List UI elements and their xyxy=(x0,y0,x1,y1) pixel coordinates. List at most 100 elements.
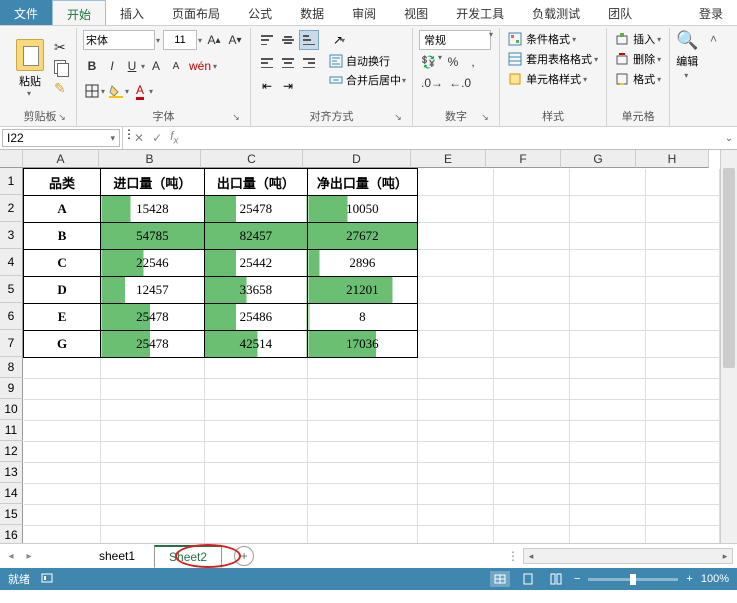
cell[interactable] xyxy=(24,358,101,379)
chevron-down-icon[interactable]: ▾ xyxy=(156,36,160,45)
bold-button[interactable]: B xyxy=(83,57,101,75)
chevron-down-icon[interactable]: ▾ xyxy=(438,53,442,71)
sheet-tab-sheet1[interactable]: sheet1 xyxy=(84,545,150,567)
cell[interactable] xyxy=(101,358,204,379)
chevron-down-icon[interactable]: ▾ xyxy=(198,36,202,45)
cell[interactable] xyxy=(101,526,204,544)
cell[interactable]: 8 xyxy=(308,304,418,331)
subscript-button[interactable]: A xyxy=(167,57,185,75)
cell-style-button[interactable]: 单元格样式▾ xyxy=(506,70,600,88)
name-box[interactable]: I22▾ xyxy=(2,129,120,147)
align-top-button[interactable] xyxy=(257,30,277,50)
font-size-select[interactable] xyxy=(163,30,197,50)
cell[interactable] xyxy=(24,526,101,544)
cell[interactable] xyxy=(645,277,719,304)
cell[interactable]: 25442 xyxy=(204,250,307,277)
conditional-format-button[interactable]: 条件格式▾ xyxy=(506,30,600,48)
cell[interactable]: 22546 xyxy=(101,250,204,277)
table-format-button[interactable]: 套用表格格式▾ xyxy=(506,50,600,68)
zoom-slider[interactable] xyxy=(588,578,678,581)
cell[interactable]: A xyxy=(24,196,101,223)
row-header-5[interactable]: 5 xyxy=(0,276,23,303)
select-all-corner[interactable] xyxy=(0,150,23,168)
cell[interactable]: 出口量（吨） xyxy=(204,169,307,196)
cell[interactable] xyxy=(417,169,493,196)
launcher-icon[interactable]: ↘ xyxy=(230,112,242,124)
fx-icon[interactable]: fx xyxy=(170,129,178,146)
delete-cells-button[interactable]: 删除▾ xyxy=(613,50,663,68)
cell[interactable] xyxy=(569,442,645,463)
macro-record-icon[interactable] xyxy=(40,571,54,588)
tab-team[interactable]: 团队 xyxy=(594,0,646,25)
cell[interactable]: 25486 xyxy=(204,304,307,331)
expand-formula-icon[interactable]: ⌄ xyxy=(721,127,737,149)
cell[interactable]: 27672 xyxy=(308,223,418,250)
cell[interactable]: 2896 xyxy=(308,250,418,277)
cell[interactable] xyxy=(569,400,645,421)
cell[interactable] xyxy=(493,277,569,304)
cell[interactable] xyxy=(101,463,204,484)
cell[interactable] xyxy=(101,400,204,421)
tab-view[interactable]: 视图 xyxy=(390,0,442,25)
cell[interactable] xyxy=(204,400,307,421)
orientation-button[interactable]: ↗▾ xyxy=(329,30,349,50)
cell[interactable]: 25478 xyxy=(101,331,204,358)
cell[interactable] xyxy=(204,505,307,526)
chevron-down-icon[interactable]: ▾ xyxy=(125,87,129,96)
merge-center-button[interactable]: 合并后居中▾ xyxy=(329,72,406,88)
row-header-16[interactable]: 16 xyxy=(0,525,23,543)
increase-font-button[interactable]: A▴ xyxy=(205,31,223,49)
cell[interactable] xyxy=(645,169,719,196)
row-header-10[interactable]: 10 xyxy=(0,399,23,420)
launcher-icon[interactable]: ↘ xyxy=(56,112,68,124)
tab-developer[interactable]: 开发工具 xyxy=(442,0,518,25)
col-header-H[interactable]: H xyxy=(636,150,709,168)
cell[interactable]: D xyxy=(24,277,101,304)
cell[interactable] xyxy=(645,400,719,421)
cell[interactable]: 12457 xyxy=(101,277,204,304)
cell[interactable] xyxy=(645,223,719,250)
cell[interactable] xyxy=(493,484,569,505)
cell[interactable] xyxy=(308,421,418,442)
cell[interactable] xyxy=(569,250,645,277)
chevron-down-icon[interactable]: ▾ xyxy=(141,62,145,71)
row-header-14[interactable]: 14 xyxy=(0,483,23,504)
cell[interactable] xyxy=(493,196,569,223)
cell[interactable]: 进口量（吨） xyxy=(101,169,204,196)
chevron-down-icon[interactable]: ▾ xyxy=(684,71,688,80)
tab-review[interactable]: 审阅 xyxy=(338,0,390,25)
cell[interactable] xyxy=(569,304,645,331)
cell[interactable]: 15428 xyxy=(101,196,204,223)
decrease-decimal-button[interactable]: ←.0 xyxy=(447,74,473,92)
tab-page-layout[interactable]: 页面布局 xyxy=(158,0,234,25)
accept-formula-icon[interactable]: ✓ xyxy=(152,131,162,145)
number-format-select[interactable] xyxy=(419,30,491,50)
cell[interactable] xyxy=(569,277,645,304)
align-left-button[interactable] xyxy=(257,53,277,73)
col-header-D[interactable]: D xyxy=(303,150,411,168)
cell[interactable] xyxy=(645,331,719,358)
cell[interactable] xyxy=(493,358,569,379)
collapse-ribbon-icon[interactable]: ˄ xyxy=(710,32,717,46)
find-button[interactable]: 🔍 xyxy=(676,30,698,51)
cell[interactable] xyxy=(417,358,493,379)
cell[interactable] xyxy=(308,505,418,526)
tab-home[interactable]: 开始 xyxy=(52,0,106,25)
cell[interactable] xyxy=(493,400,569,421)
cell[interactable] xyxy=(308,400,418,421)
cell[interactable] xyxy=(645,463,719,484)
format-painter-button[interactable]: ✎ xyxy=(54,80,70,97)
cell[interactable] xyxy=(645,505,719,526)
cell[interactable] xyxy=(417,463,493,484)
cell[interactable] xyxy=(645,442,719,463)
sheet-tab-sheet2[interactable]: Sheet2 xyxy=(154,545,222,568)
row-header-11[interactable]: 11 xyxy=(0,420,23,441)
row-header-13[interactable]: 13 xyxy=(0,462,23,483)
col-header-F[interactable]: F xyxy=(486,150,561,168)
sheet-nav-prev[interactable]: ◂ xyxy=(4,551,18,562)
cell[interactable] xyxy=(417,277,493,304)
cell[interactable] xyxy=(24,505,101,526)
cell[interactable] xyxy=(204,484,307,505)
horizontal-scrollbar[interactable]: ◂ ▸ xyxy=(523,548,733,564)
align-middle-button[interactable] xyxy=(278,30,298,50)
